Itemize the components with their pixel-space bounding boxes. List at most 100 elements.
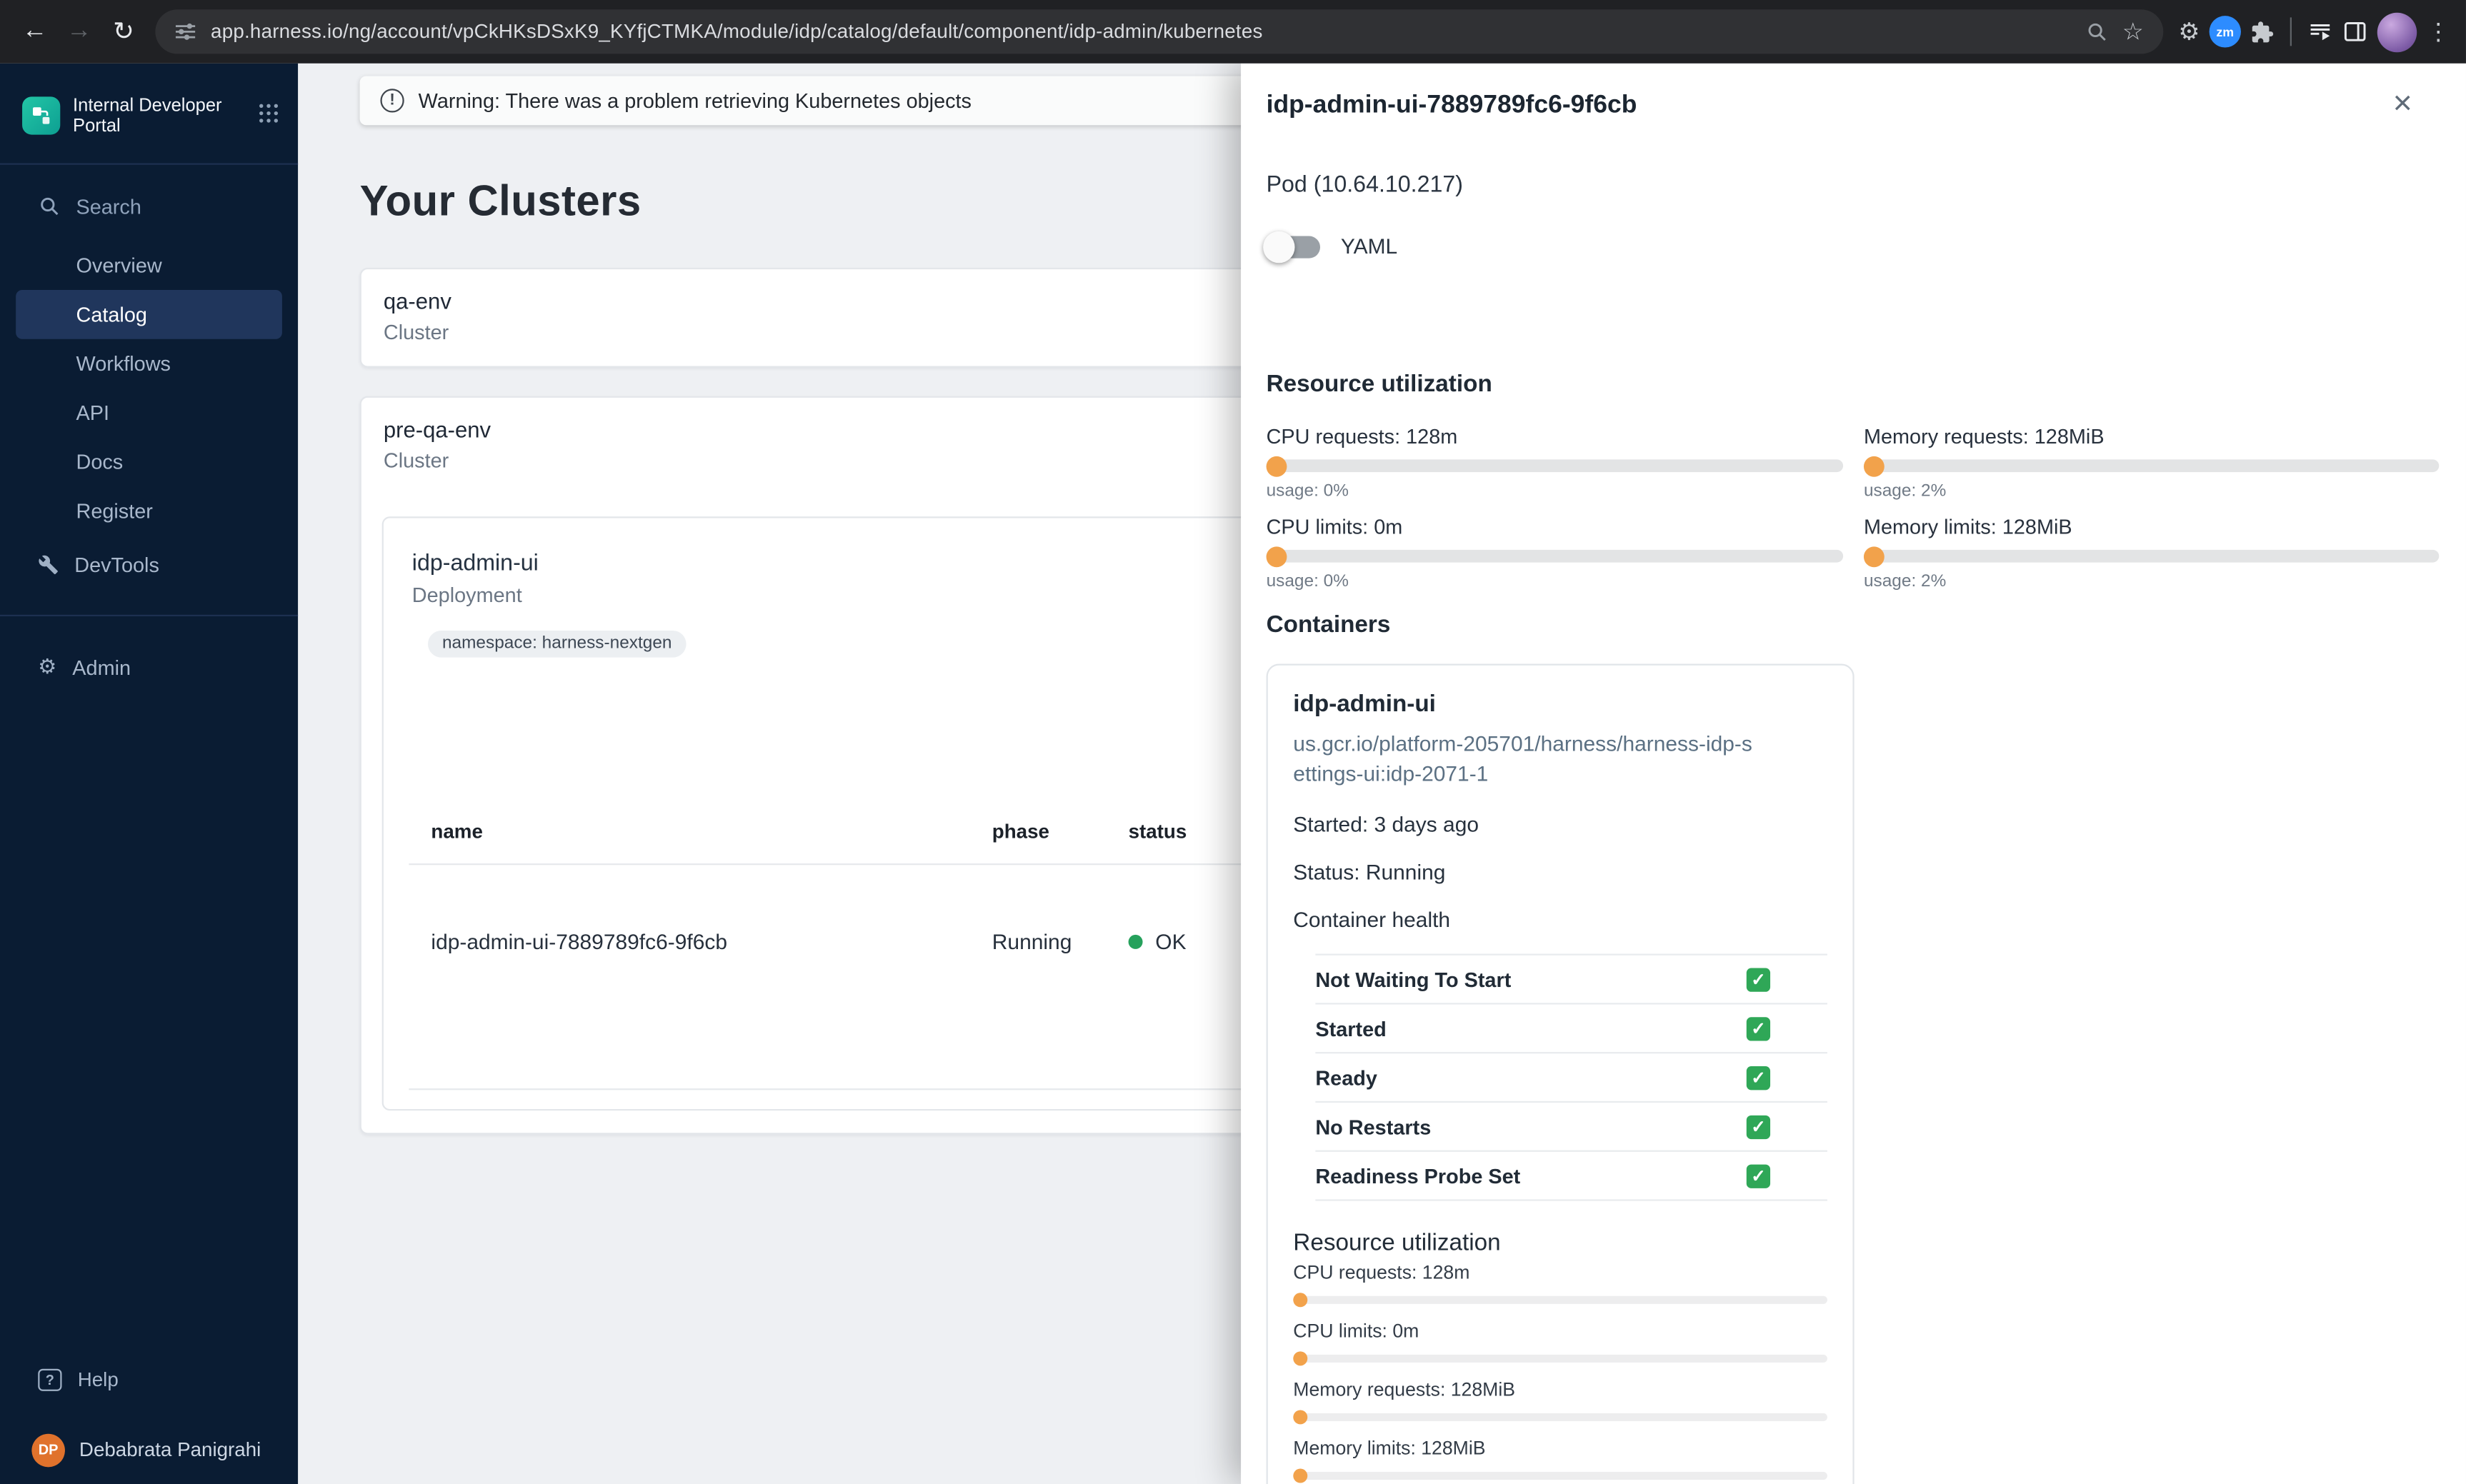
sidebar-item-label: Workflows — [76, 351, 171, 376]
sidebar-item-register[interactable]: Register — [0, 486, 298, 536]
metric-label: Memory requests: 128MiB — [1863, 424, 2105, 448]
pod-phase: Running — [992, 930, 1072, 954]
sidebar-item-api[interactable]: API — [0, 388, 298, 438]
container-started: Started: 3 days ago — [1293, 813, 1479, 837]
forward-icon[interactable]: → — [57, 9, 101, 54]
namespace-badge: namespace: harness-nextgen — [427, 630, 687, 658]
metric-memory-requests: Memory requests: 128MiB usage: 2% — [1863, 424, 2440, 503]
drawer-title: idp-admin-ui-7889789fc6-9f6cb — [1266, 91, 1637, 119]
pod-name: idp-admin-ui-7889789fc6-9f6cb — [431, 930, 728, 954]
metric-usage: usage: 2% — [1863, 571, 1947, 591]
menu-kebab-icon[interactable]: ⋮ — [2427, 17, 2450, 46]
extensions-puzzle-icon[interactable] — [2250, 20, 2274, 44]
metric-label: Memory limits: 128MiB — [1863, 515, 2072, 539]
progress-fill — [1293, 1351, 1308, 1366]
profile-avatar[interactable] — [2377, 11, 2417, 52]
health-check-label: Not Waiting To Start — [1315, 967, 1512, 991]
health-row: Not Waiting To Start ✓ — [1315, 956, 1827, 1005]
help-icon: ? — [38, 1368, 62, 1391]
browser-toolbar: ← → ↻ app.harness.io/ng/account/vpCkHKsD… — [0, 0, 2466, 64]
container-resource-heading: Resource utilization — [1293, 1229, 1501, 1257]
sidebar-item-docs[interactable]: Docs — [0, 437, 298, 486]
sidebar-item-label: Overview — [76, 253, 162, 278]
search-icon[interactable] — [2086, 21, 2108, 43]
sidebar-item-devtools[interactable]: DevTools — [0, 542, 298, 586]
status-ok-dot — [1128, 934, 1143, 949]
wrench-icon — [38, 553, 59, 574]
yaml-toggle[interactable] — [1263, 230, 1321, 263]
progress-fill — [1266, 455, 1287, 476]
metric-cpu-limits: CPU limits: 0m usage: 0% — [1266, 515, 1844, 593]
progress-bar — [1266, 455, 1844, 476]
containers-heading: Containers — [1266, 611, 1391, 639]
progress-fill — [1293, 1410, 1308, 1425]
check-icon: ✓ — [1746, 1065, 1771, 1090]
progress-bar — [1293, 1410, 1827, 1425]
sidebar-item-label: Docs — [76, 450, 124, 474]
reload-icon[interactable]: ↻ — [101, 9, 146, 54]
progress-bar — [1293, 1351, 1827, 1366]
yaml-toggle-label: YAML — [1340, 234, 1398, 259]
gear-icon[interactable]: ⚙ — [2178, 17, 2200, 46]
user-name: Debabrata Panigrahi — [79, 1438, 261, 1461]
metric-cpu-requests: CPU requests: 128m usage: 0% — [1266, 425, 1844, 503]
metric-label: Memory requests: 128MiB — [1293, 1378, 1516, 1401]
metric-label: CPU limits: 0m — [1293, 1320, 1419, 1343]
sidebar-search[interactable]: Search — [0, 184, 298, 228]
toolbar-actions: ⚙ zm ⋮ — [2178, 11, 2453, 52]
health-check-label: No Restarts — [1315, 1114, 1432, 1138]
sidebar-item-workflows[interactable]: Workflows — [0, 339, 298, 388]
resource-metrics-grid: CPU requests: 128m usage: 0% Memory requ… — [1266, 424, 2440, 593]
sidebar-item-catalog[interactable]: Catalog — [16, 289, 282, 339]
container-health-table: Not Waiting To Start ✓ Started ✓ Ready ✓… — [1315, 953, 1827, 1201]
site-settings-tune-icon[interactable] — [174, 21, 196, 43]
warning-text: Warning: There was a problem retrieving … — [418, 89, 972, 113]
check-icon: ✓ — [1746, 1114, 1771, 1138]
health-check-label: Started — [1315, 1016, 1387, 1041]
metric-label: CPU requests: 128m — [1293, 1260, 1470, 1283]
progress-bar — [1293, 1293, 1827, 1308]
page-title: Your Clusters — [359, 177, 642, 226]
back-icon[interactable]: ← — [13, 9, 57, 54]
bookmark-star-icon[interactable]: ☆ — [2122, 17, 2144, 46]
sidebar-item-admin[interactable]: ⚙ Admin — [0, 645, 298, 689]
screen: ← → ↻ app.harness.io/ng/account/vpCkHKsD… — [0, 0, 2466, 1484]
side-panel-icon[interactable] — [2342, 19, 2367, 44]
container-image-link[interactable]: us.gcr.io/platform-205701/harness/harnes… — [1293, 729, 1762, 789]
container-card: idp-admin-ui us.gcr.io/platform-205701/h… — [1266, 663, 1855, 1484]
portal-title: Internal Developer Portal — [73, 96, 222, 136]
metric-usage: usage: 0% — [1266, 571, 1349, 591]
sidebar-item-overview[interactable]: Overview — [0, 241, 298, 290]
toggle-knob — [1263, 230, 1295, 263]
apps-grid-icon[interactable] — [259, 103, 279, 131]
metric-label: Memory limits: 128MiB — [1293, 1437, 1486, 1460]
container-name: idp-admin-ui — [1293, 691, 1436, 718]
health-check-label: Readiness Probe Set — [1315, 1163, 1521, 1188]
user-avatar: DP — [31, 1433, 65, 1467]
progress-fill — [1266, 546, 1287, 567]
metric-label: CPU limits: 0m — [1266, 515, 1403, 539]
progress-bar — [1266, 546, 1844, 567]
sidebar-header: Internal Developer Portal — [0, 64, 298, 138]
resource-utilization-heading: Resource utilization — [1266, 371, 1492, 398]
sidebar-nav: Overview Catalog Workflows API Docs Regi… — [0, 241, 298, 536]
help-button[interactable]: ? Help — [0, 1358, 298, 1402]
health-row: Started ✓ — [1315, 1005, 1827, 1054]
container-metric-cpu-requests: CPU requests: 128m — [1293, 1260, 1827, 1308]
address-bar[interactable]: app.harness.io/ng/account/vpCkHKsDSxK9_K… — [155, 9, 2163, 54]
progress-bar — [1863, 546, 2440, 567]
sidebar-divider — [0, 163, 299, 165]
user-profile[interactable]: DP Debabrata Panigrahi — [0, 1426, 298, 1474]
metric-usage: usage: 0% — [1266, 481, 1349, 501]
media-controls-icon[interactable] — [2307, 19, 2332, 44]
status-text: OK — [1155, 930, 1187, 954]
container-metric-memory-limits: Memory limits: 128MiB — [1293, 1437, 1827, 1483]
metric-usage: usage: 2% — [1863, 481, 1947, 501]
container-metric-cpu-limits: CPU limits: 0m — [1293, 1320, 1827, 1366]
health-row: Ready ✓ — [1315, 1053, 1827, 1103]
help-label: Help — [77, 1368, 119, 1391]
container-status: Status: Running — [1293, 860, 1446, 884]
zoom-extension-badge[interactable]: zm — [2209, 16, 2241, 48]
close-icon[interactable]: × — [2380, 82, 2425, 126]
harness-idp-logo — [22, 96, 61, 135]
